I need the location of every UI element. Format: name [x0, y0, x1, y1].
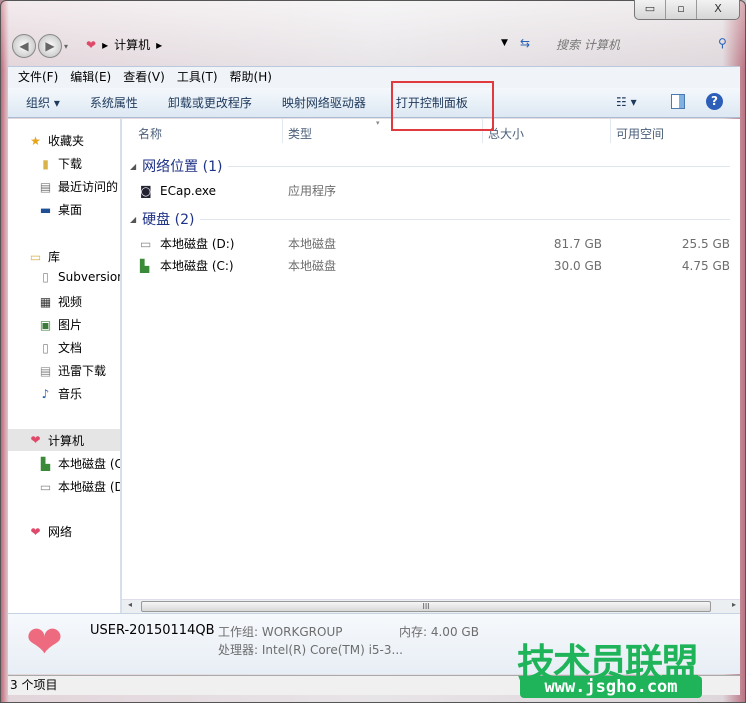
sidebar-item-desktop[interactable]: ▬ 桌面: [38, 201, 82, 218]
sort-indicator-icon: ▾: [376, 119, 380, 127]
uninstall-program-button[interactable]: 卸载或更改程序: [168, 94, 252, 111]
nav-buttons: ◀ ▶ ▾: [12, 34, 68, 58]
document-icon: ▯: [42, 340, 49, 355]
sidebar-favorites[interactable]: ★ 收藏夹: [28, 132, 84, 149]
close-button[interactable]: X: [697, 0, 739, 19]
heart-icon: ❤: [30, 433, 41, 447]
camera-app-icon: ◙: [140, 184, 152, 198]
sidebar-network[interactable]: ❤ 网络: [28, 523, 72, 540]
recent-places-icon: ▤: [39, 179, 52, 194]
watermark-url: www.jsgho.com: [520, 676, 702, 698]
highlight-box: [391, 81, 494, 131]
sidebar-item-downloads[interactable]: ▮ 下载: [38, 155, 82, 172]
picture-icon: ▣: [39, 317, 52, 332]
sidebar-item-drive-c[interactable]: ▙本地磁盘 (C:): [38, 455, 120, 472]
toolbar: 组织 ▾ 系统属性 卸载或更改程序 映射网络驱动器 打开控制面板 ☷ ▾ ?: [8, 88, 740, 118]
desktop-icon: ▬: [39, 202, 52, 217]
file-list: 名称 类型 ▾ 总大小 可用空间 ◢ 网络位置 (1) ◙ ECap.exe 应用…: [122, 119, 740, 599]
organize-button[interactable]: 组织 ▾: [26, 94, 60, 111]
heart-icon: ❤: [30, 524, 41, 539]
column-name[interactable]: 名称: [138, 125, 162, 142]
view-options-icon[interactable]: ☷ ▾: [616, 95, 637, 109]
breadcrumb-computer[interactable]: 计算机: [114, 36, 150, 53]
navigation-pane: ★ 收藏夹 ▮ 下载 ▤ 最近访问的 ▬ 桌面 ▭ 库 ▯ Subversion ▦ 视频 ▣…: [8, 119, 121, 613]
sidebar-item-recent[interactable]: ▤ 最近访问的: [38, 178, 118, 195]
list-item[interactable]: ▙ 本地磁盘 (C:) 本地磁盘 30.0 GB 4.75 GB: [140, 256, 730, 276]
breadcrumb[interactable]: ❤ ▸ 计算机 ▸: [86, 36, 162, 53]
preview-pane-icon[interactable]: [671, 94, 685, 109]
menu-bar: 文件(F) 编辑(E) 查看(V) 工具(T) 帮助(H): [8, 66, 740, 88]
windows-drive-icon: ▙: [40, 456, 51, 471]
address-dropdown-icon[interactable]: ▼: [501, 38, 508, 48]
search-icon[interactable]: ⚲: [718, 36, 727, 50]
drive-icon: ▭: [140, 237, 152, 251]
collapse-icon: ◢: [130, 161, 137, 171]
menu-tools[interactable]: 工具(T): [177, 67, 218, 88]
column-type[interactable]: 类型: [288, 125, 312, 142]
sidebar-item-subversion[interactable]: ▯ Subversion: [38, 270, 120, 284]
maximize-button[interactable]: ▫: [666, 0, 697, 19]
video-icon: ▦: [39, 294, 52, 309]
computer-heart-icon: ❤: [26, 617, 63, 668]
menu-edit[interactable]: 编辑(E): [70, 67, 111, 88]
group-network-locations[interactable]: ◢ 网络位置 (1): [130, 156, 730, 176]
windows-drive-icon: ▙: [140, 259, 150, 273]
scroll-left-icon[interactable]: ◂: [128, 600, 132, 609]
sidebar-libraries[interactable]: ▭ 库: [28, 248, 60, 265]
sidebar-item-pictures[interactable]: ▣ 图片: [38, 316, 82, 333]
sidebar-item-music[interactable]: ♪ 音乐: [38, 385, 82, 402]
menu-help[interactable]: 帮助(H): [230, 67, 272, 88]
library-icon: ▭: [29, 249, 42, 264]
document-icon: ▯: [42, 270, 49, 284]
sidebar-item-documents[interactable]: ▯ 文档: [38, 339, 82, 356]
map-network-drive-button[interactable]: 映射网络驱动器: [282, 94, 366, 111]
music-icon: ♪: [41, 386, 50, 401]
back-button[interactable]: ◀: [12, 34, 36, 58]
document-icon: ▤: [39, 363, 52, 378]
sidebar-item-drive-d[interactable]: ▭本地磁盘 (D:): [38, 478, 120, 495]
list-item[interactable]: ▭ 本地磁盘 (D:) 本地磁盘 81.7 GB 25.5 GB: [140, 234, 730, 254]
sidebar-item-thunder-downloads[interactable]: ▤ 迅雷下载: [38, 362, 106, 379]
forward-button[interactable]: ▶: [38, 34, 62, 58]
window-controls: ▭ ▫ X: [634, 0, 740, 20]
menu-file[interactable]: 文件(F): [18, 67, 58, 88]
download-folder-icon: ▮: [42, 156, 49, 171]
help-icon[interactable]: ?: [706, 93, 723, 110]
item-count: 3 个项目: [10, 678, 58, 692]
scroll-right-icon[interactable]: ▸: [732, 600, 736, 609]
list-item[interactable]: ◙ ECap.exe 应用程序: [140, 181, 730, 201]
heart-icon: ❤: [86, 37, 97, 52]
recent-dropdown-icon[interactable]: ▾: [64, 42, 68, 51]
sidebar-item-videos[interactable]: ▦ 视频: [38, 293, 82, 310]
star-icon: ★: [30, 133, 41, 148]
refresh-icon[interactable]: ⇆: [520, 36, 530, 50]
search-input[interactable]: 搜索 计算机: [548, 34, 738, 56]
minimize-button[interactable]: ▭: [635, 0, 666, 19]
menu-view[interactable]: 查看(V): [123, 67, 165, 88]
drive-icon: ▭: [39, 479, 52, 494]
sidebar-computer[interactable]: ❤ 计算机: [8, 429, 120, 451]
scrollbar-thumb[interactable]: III: [141, 601, 711, 612]
column-free-space[interactable]: 可用空间: [616, 125, 664, 142]
system-properties-button[interactable]: 系统属性: [90, 94, 138, 111]
collapse-icon: ◢: [130, 214, 137, 224]
group-hard-drives[interactable]: ◢ 硬盘 (2): [130, 209, 730, 229]
